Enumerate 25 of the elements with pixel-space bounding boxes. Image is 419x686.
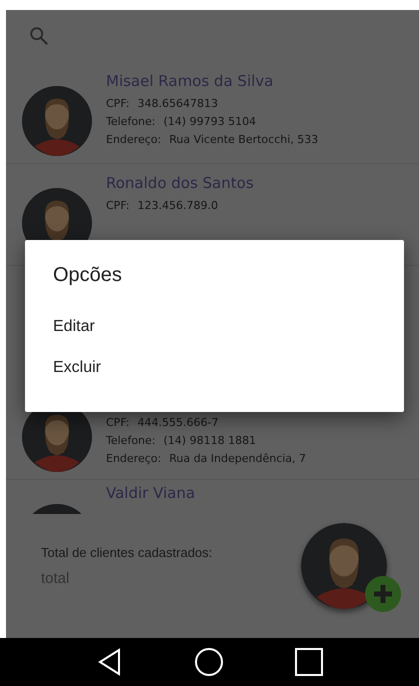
field-value: (14) 98118 1881 (164, 434, 256, 447)
field-value: Rua Vicente Bertocchi, 533 (169, 133, 318, 146)
field-value: Rua da Independência, 7 (169, 452, 306, 465)
client-name: Ronaldo dos Santos (106, 174, 254, 192)
menu-option[interactable]: Excluir (53, 348, 376, 388)
field-value: 123.456.789.0 (138, 199, 218, 212)
menu-option[interactable]: Editar (53, 307, 376, 348)
field-label: Telefone: (106, 115, 156, 128)
home-button[interactable] (194, 647, 224, 677)
total-label: Total de clientes cadastrados: (41, 545, 212, 560)
add-client-button[interactable] (301, 520, 401, 612)
field-label: Endereço: (106, 452, 162, 465)
field-value: 348.65647813 (138, 97, 218, 110)
field-label: CPF: (106, 199, 130, 212)
dialog-title: Opcões (53, 264, 123, 287)
field-value: 444.555.666-7 (138, 416, 218, 429)
client-name: Valdir Viana (106, 484, 196, 502)
field-label: CPF: (106, 416, 130, 429)
field-value: (14) 99793 5104 (164, 115, 256, 128)
recents-button[interactable] (294, 647, 324, 677)
plus-icon (365, 576, 401, 612)
field-label: Telefone: (106, 434, 156, 447)
field-label: CPF: (106, 97, 130, 110)
field-label: Endereço: (106, 133, 162, 146)
client-name: Misael Ramos da Silva (106, 72, 274, 90)
